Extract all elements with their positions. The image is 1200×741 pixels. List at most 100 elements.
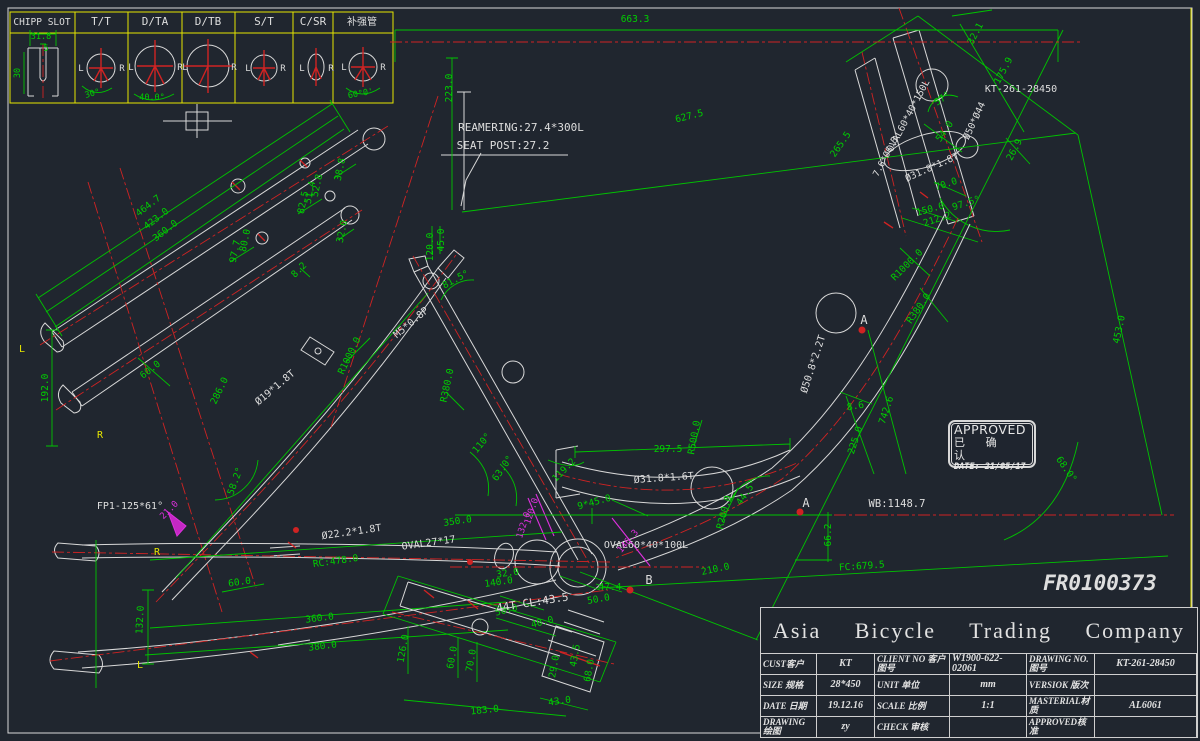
dimension-label: R [328,64,334,74]
dimension-label: 8.6 [846,400,865,414]
dimension-label: OVAL27*17 [401,534,456,552]
dimension-label: R [154,547,161,558]
dimension-label: 360.0 [305,611,335,625]
title-block-label: APPROVED核准 [1027,717,1095,738]
dimension-label: D/TB [195,15,222,28]
dimension-label: 32.1 [966,21,987,47]
dimension-label: 8.2 [289,260,309,280]
dimension-label: 453.0 [1111,314,1128,345]
dimension-label: 29.0 [547,654,562,679]
dimension-label: 30 [13,68,23,78]
dimension-label: 32.0 [335,219,351,244]
title-block-value: KT [817,654,875,675]
dimension-label: Ø50*Ø44 [961,100,988,141]
seat-tube [330,58,592,568]
dimension-label: 119.2 [550,456,578,484]
dimension-label: 38.8 [333,157,349,182]
dimension-label: R [231,63,237,73]
dimension-label: 52.8 [310,173,326,198]
dimension-label: 297.5 [654,444,683,455]
dimension-label: 265.5 [828,130,853,160]
dimension-label: FR0100373 [1043,571,1157,595]
title-block-value: AL6061 [1095,696,1197,717]
dimension-label: D/TA [142,15,169,28]
dimension-label: 44.5° [734,478,759,508]
dimension-label: R1000.0 [889,247,925,283]
dimension-label: L [245,64,250,74]
dimension-label: 40.0° [139,93,165,103]
dimension-label: KT-261-28450 [985,84,1057,95]
dimension-label: 140.0 [484,575,514,590]
stamp-chinese-text: 已 确 认 [954,437,1030,462]
dimension-label: 60°0' [347,87,374,101]
title-block-label: CHECK 审核 [875,717,950,738]
dimension-label: 60.0 [228,575,252,589]
title-block-label: SIZE 规格 [761,675,817,696]
dimension-label: 183.0 [470,704,500,718]
dimension-label: 380.0 [308,639,338,653]
title-block-value: 19.12.16 [817,696,875,717]
dimension-label: Ø19*1.8T [253,368,298,408]
dimension-label: 31.8 [31,32,51,42]
dimension-label: R380.0 [905,291,934,326]
dimension-label: 66.2 [823,524,834,547]
title-block-label: DATE 日期 [761,696,817,717]
dimension-label: Ø31.8*1.6T [633,470,694,486]
dimension-label: 120.0 [425,232,436,261]
dimension-label: REAMERING:27.4*300L [458,121,584,134]
dimension-label: Ø22.2*1.8T [321,522,382,542]
title-block-value: 28*450 [817,675,875,696]
dimension-label: 70.0 [934,176,959,194]
title-block-label: UNIT 单位 [875,675,950,696]
title-block-value [1095,717,1197,738]
stamp-approved-text: APPROVED [954,423,1030,437]
title-block-value: KT-261-28450 [1095,654,1197,675]
dimension-label: 286.0 [209,375,232,406]
dimension-label: L [182,63,187,73]
dimension-label: R380.0 [439,367,457,403]
dimension-label: R [380,63,386,73]
dimension-label: 58.2° [226,466,246,497]
dimension-label: R [119,64,125,74]
dimension-label: 43.0 [548,694,572,708]
dimension-label: 132.0 [134,605,146,634]
title-block-label: MASTERIAL材质 [1027,696,1095,717]
dimension-label: 81.5° [441,268,471,291]
dimension-label: T/T [91,15,111,28]
title-block: Asia Bicycle Trading Company CUST客户KTCLI… [760,607,1198,738]
dimension-label: C/SR [300,15,327,28]
dimension-label: 663.3 [621,14,650,25]
dimension-label: R [280,64,286,74]
dimension-label: 5 [43,44,48,54]
title-block-value: zy [817,717,875,738]
dimension-label: B [645,573,652,587]
title-block-label: CUST客户 [761,654,817,675]
dimension-label: FC:679.5 [839,559,885,573]
dimension-label: R [97,430,104,441]
dimension-label: WB:1148.7 [869,498,926,510]
company-name: Asia Bicycle Trading Company [761,608,1197,654]
dimension-label: 47.4 [599,582,622,593]
stamp-date-text: DATE: 21/05/17 [954,463,1030,473]
dimension-label: 350.0 [443,514,473,529]
dimension-label: 627.5 [674,108,704,126]
title-block-grid: CUST客户KTCLIENT NO 客户图号W1900-622-02061DRA… [761,654,1197,738]
down-tube [612,214,970,570]
dimension-label: 97.5° [951,194,982,213]
dimension-label: RC:478.0 [312,553,359,570]
section-mark-icon [163,104,232,138]
dimension-label: L [299,64,304,74]
dimension-label: 44T CL:43.5 [495,590,569,614]
dimension-label: L [78,64,83,74]
dimension-label: 补强管 [347,15,377,28]
dimension-label: 110° [471,431,494,456]
dimension-label: SEAT POST:27.2 [457,139,550,152]
dimension-label: 68.0 [582,658,597,683]
dimension-label: FP1-125*61° [97,501,163,512]
dimension-label: 45.0 [436,228,447,251]
title-block-label: DRAWING NO. 图号 [1027,654,1095,675]
dimension-label: 50.0 [586,592,611,607]
dimension-label: 225.0 [846,425,865,456]
dimension-label: CHIPP SLOT [13,17,70,28]
dimension-label: 223.0 [444,73,455,102]
